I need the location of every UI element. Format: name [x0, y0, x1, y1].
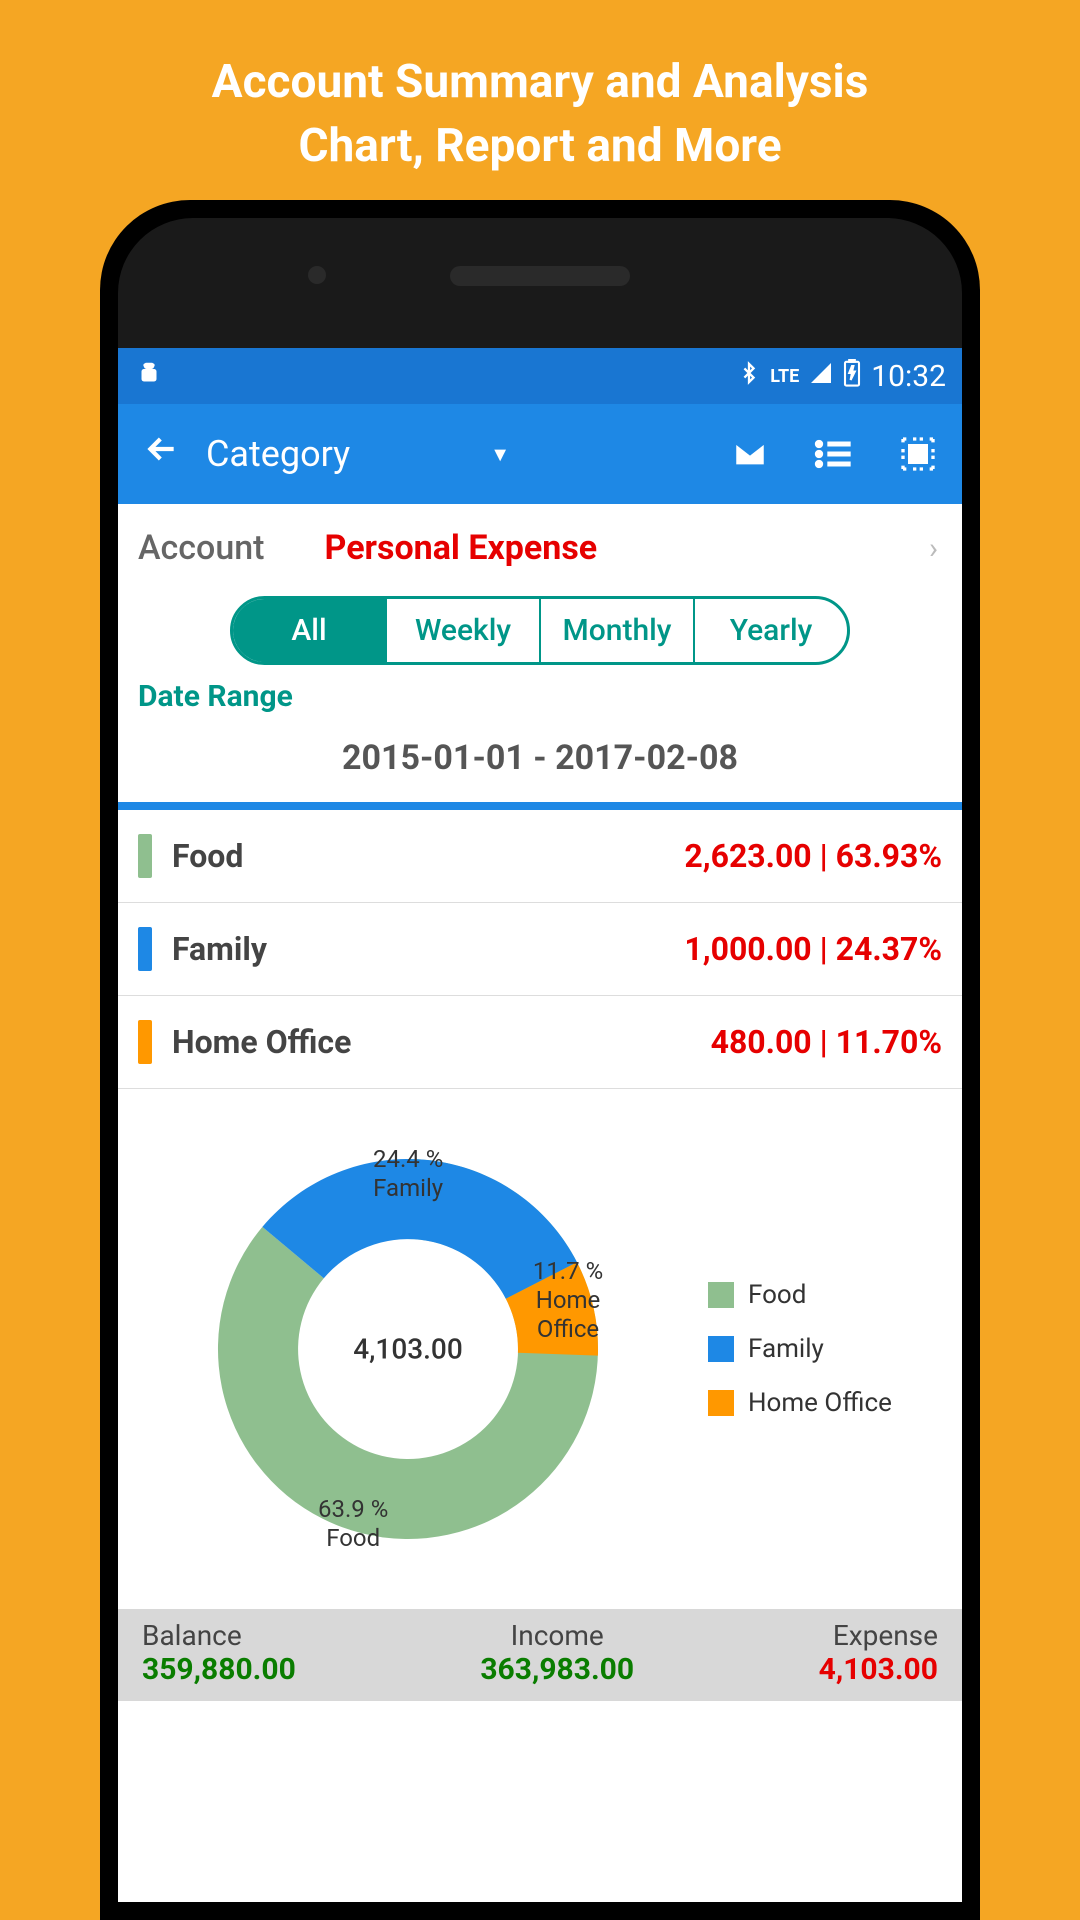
- appbar-dropdown[interactable]: Category ▼: [206, 433, 706, 475]
- account-selector[interactable]: Account Personal Expense ›: [118, 504, 962, 580]
- donut-chart: 4,103.00 24.4 %Family 11.7 %Home Office …: [188, 1129, 628, 1569]
- category-name: Food: [172, 837, 664, 875]
- summary-expense-label: Expense: [819, 1619, 938, 1652]
- promo-headline: Account Summary and Analysis Chart, Repo…: [0, 0, 1080, 209]
- period-segmented-control: All Weekly Monthly Yearly: [230, 596, 850, 665]
- slice-label-family: 24.4 %Family: [373, 1145, 443, 1203]
- donut-center-value: 4,103.00: [353, 1333, 463, 1366]
- period-tab-yearly[interactable]: Yearly: [695, 599, 847, 662]
- category-value: 2,623.00 | 63.93%: [684, 837, 942, 875]
- period-tab-weekly[interactable]: Weekly: [387, 599, 541, 662]
- category-row-food[interactable]: Food 2,623.00 | 63.93%: [118, 810, 962, 903]
- category-color-home-office: [138, 1020, 152, 1064]
- category-color-family: [138, 927, 152, 971]
- app-screen: LTE 10:32 Category ▼: [118, 348, 962, 1902]
- status-bar: LTE 10:32: [118, 348, 962, 404]
- date-range-label: Date Range: [118, 673, 962, 720]
- account-value: Personal Expense: [325, 528, 598, 568]
- appbar-actions: [730, 434, 938, 474]
- category-value: 480.00 | 11.70%: [711, 1023, 942, 1061]
- category-name: Family: [172, 930, 664, 968]
- battery-charging-icon: [843, 359, 861, 394]
- legend-swatch: [708, 1282, 734, 1308]
- summary-income-value: 363,983.00: [480, 1652, 634, 1687]
- list-icon[interactable]: [814, 434, 854, 474]
- dropdown-caret-icon: ▼: [490, 442, 510, 467]
- summary-bar: Balance 359,880.00 Income 363,983.00 Exp…: [118, 1609, 962, 1701]
- summary-balance: Balance 359,880.00: [142, 1619, 296, 1687]
- phone-bezel: LTE 10:32 Category ▼: [118, 218, 962, 1902]
- signal-icon: [809, 361, 833, 392]
- legend-item-food: Food: [708, 1280, 892, 1310]
- legend-item-home-office: Home Office: [708, 1388, 892, 1418]
- summary-expense-value: 4,103.00: [819, 1652, 938, 1687]
- android-icon: [134, 359, 164, 393]
- promo-line2: Chart, Report and More: [40, 114, 1040, 178]
- summary-balance-value: 359,880.00: [142, 1652, 296, 1687]
- phone-frame: LTE 10:32 Category ▼: [100, 200, 980, 1920]
- phone-speaker: [450, 266, 630, 286]
- summary-balance-label: Balance: [142, 1619, 296, 1652]
- select-all-icon[interactable]: [898, 434, 938, 474]
- lte-indicator: LTE: [770, 366, 799, 387]
- status-right: LTE 10:32: [738, 359, 946, 394]
- category-row-home-office[interactable]: Home Office 480.00 | 11.70%: [118, 996, 962, 1089]
- period-tab-all[interactable]: All: [233, 599, 387, 662]
- period-tab-monthly[interactable]: Monthly: [541, 599, 695, 662]
- status-left: [134, 359, 164, 393]
- legend-swatch: [708, 1336, 734, 1362]
- slice-label-food: 63.9 %Food: [318, 1495, 388, 1553]
- summary-income-label: Income: [480, 1619, 634, 1652]
- appbar-title: Category: [206, 433, 350, 475]
- app-bar: Category ▼: [118, 404, 962, 504]
- category-row-family[interactable]: Family 1,000.00 | 24.37%: [118, 903, 962, 996]
- chart-legend: Food Family Home Office: [708, 1280, 892, 1418]
- category-value: 1,000.00 | 24.37%: [684, 930, 942, 968]
- legend-label: Home Office: [748, 1388, 892, 1418]
- summary-income: Income 363,983.00: [480, 1619, 634, 1687]
- account-label: Account: [138, 528, 265, 568]
- date-range-value[interactable]: 2015-01-01 - 2017-02-08: [118, 720, 962, 802]
- status-time: 10:32: [871, 359, 946, 394]
- category-color-food: [138, 834, 152, 878]
- legend-label: Family: [748, 1334, 824, 1364]
- phone-camera: [308, 266, 326, 284]
- summary-expense: Expense 4,103.00: [819, 1619, 938, 1687]
- slice-label-home-office: 11.7 %Home Office: [508, 1257, 628, 1343]
- back-button[interactable]: [142, 429, 182, 480]
- category-name: Home Office: [172, 1023, 691, 1061]
- legend-item-family: Family: [708, 1334, 892, 1364]
- mail-icon[interactable]: [730, 434, 770, 474]
- divider: [118, 802, 962, 810]
- donut-chart-area: 4,103.00 24.4 %Family 11.7 %Home Office …: [118, 1089, 962, 1609]
- legend-label: Food: [748, 1280, 806, 1310]
- chevron-right-icon: ›: [929, 531, 938, 566]
- legend-swatch: [708, 1390, 734, 1416]
- bluetooth-icon: [738, 359, 760, 394]
- promo-line1: Account Summary and Analysis: [40, 50, 1040, 114]
